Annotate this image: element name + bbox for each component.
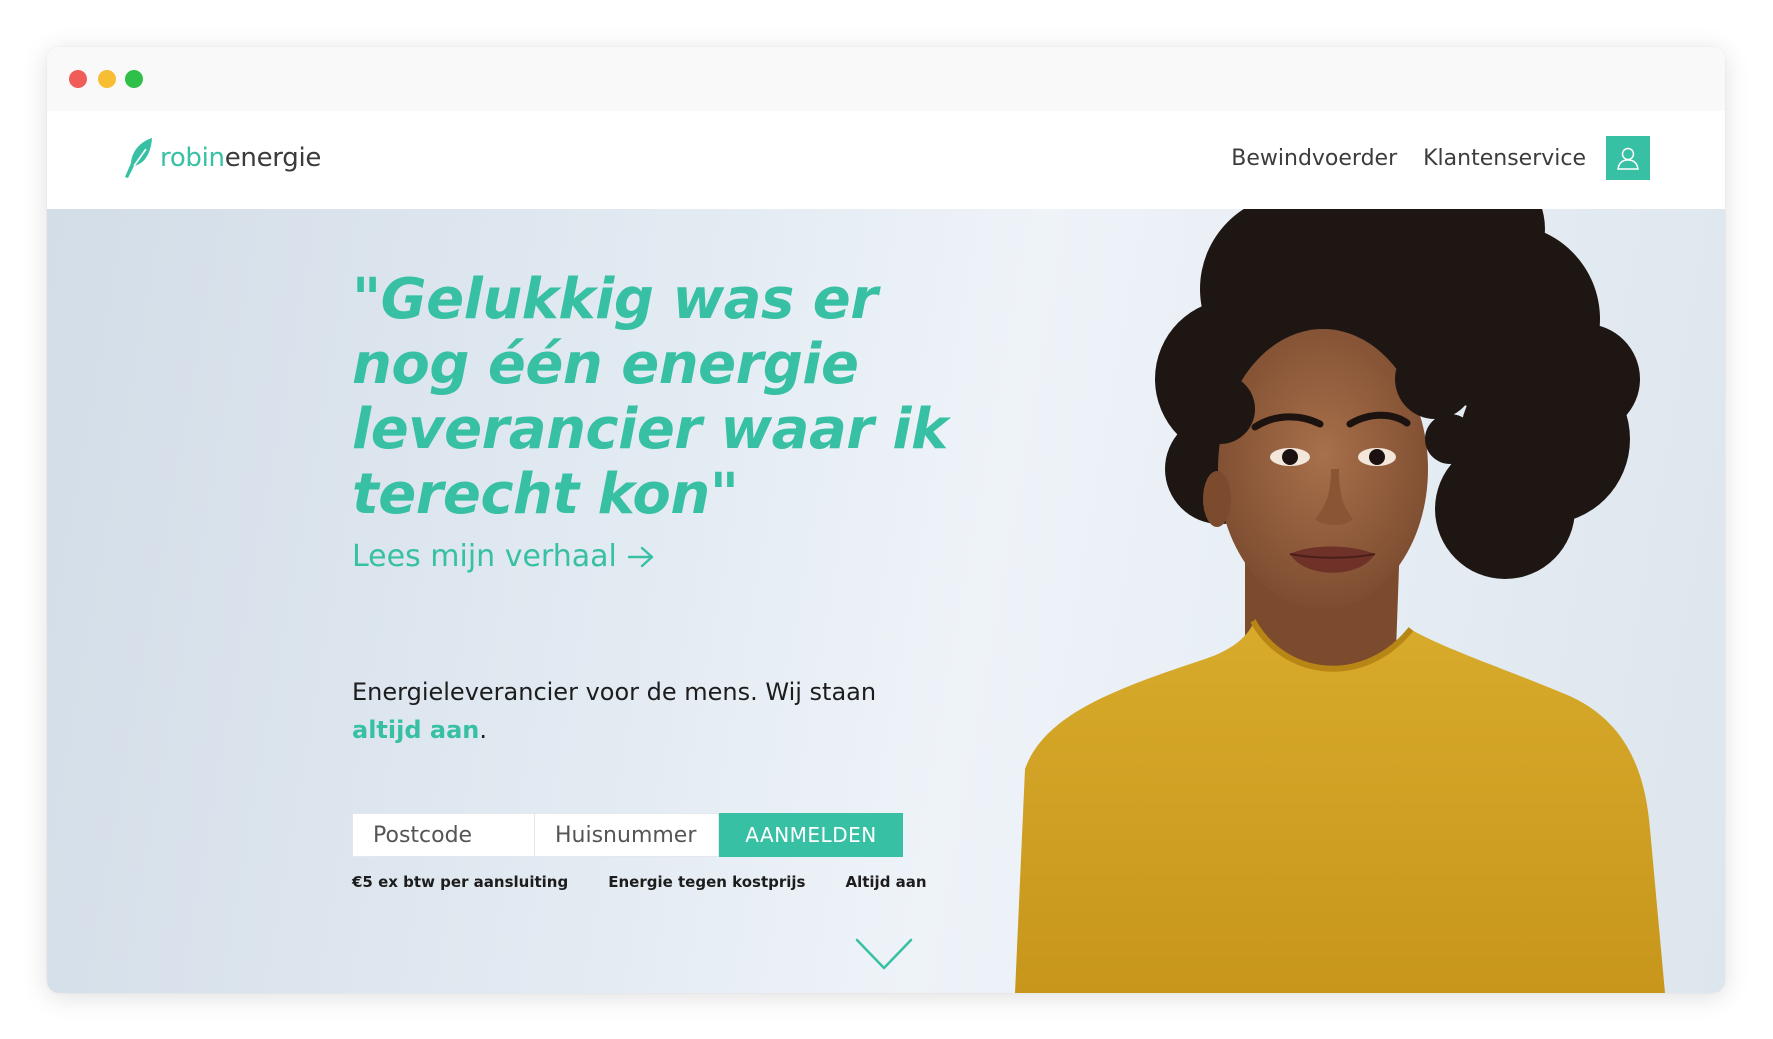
brand-logo[interactable]: robinenergie <box>122 136 321 180</box>
signup-form: AANMELDEN <box>352 813 903 857</box>
nav-link-klantenservice[interactable]: Klantenservice <box>1423 146 1586 171</box>
account-button[interactable] <box>1606 136 1650 180</box>
hero-section: "Gelukkig was er nog één energie leveran… <box>47 209 1725 993</box>
hero-quote: "Gelukkig was er nog één energie leveran… <box>352 267 948 527</box>
minimize-window-button[interactable] <box>98 70 116 88</box>
tagline-highlight: altijd aan <box>352 716 480 744</box>
huisnummer-input[interactable] <box>535 813 719 857</box>
usp-item-always-on: Altijd aan <box>845 873 927 891</box>
postcode-input[interactable] <box>352 813 535 857</box>
site-header: robinenergie Bewindvoerder Klantenservic… <box>47 111 1725 209</box>
maximize-window-button[interactable] <box>125 70 143 88</box>
nav-link-bewindvoerder[interactable]: Bewindvoerder <box>1231 146 1397 171</box>
brand-name-energie: energie <box>224 143 322 173</box>
read-story-link[interactable]: Lees mijn verhaal <box>352 539 655 574</box>
user-icon <box>1617 147 1639 170</box>
close-window-button[interactable] <box>69 70 87 88</box>
brand-wordmark: robinenergie <box>160 143 321 173</box>
arrow-right-icon <box>627 546 654 567</box>
hero-portrait-image <box>1015 209 1665 993</box>
tagline-text: Energieleverancier voor de mens. Wij sta… <box>352 678 877 706</box>
read-story-label: Lees mijn verhaal <box>352 539 617 574</box>
usp-item-price: €5 ex btw per aansluiting <box>352 873 569 891</box>
browser-window: robinenergie Bewindvoerder Klantenservic… <box>47 47 1725 993</box>
chevron-down-icon[interactable] <box>855 937 913 971</box>
signup-button[interactable]: AANMELDEN <box>719 813 903 857</box>
usp-list: €5 ex btw per aansluiting Energie tegen … <box>352 873 967 891</box>
window-titlebar <box>47 47 1725 112</box>
feather-leaf-icon <box>125 138 152 178</box>
hero-tagline: Energieleverancier voor de mens. Wij sta… <box>352 673 912 749</box>
brand-name-robin: robin <box>160 143 225 173</box>
tagline-end: . <box>479 716 487 744</box>
main-nav: Bewindvoerder Klantenservice <box>1205 136 1650 180</box>
usp-item-cost-price: Energie tegen kostprijs <box>608 873 806 891</box>
